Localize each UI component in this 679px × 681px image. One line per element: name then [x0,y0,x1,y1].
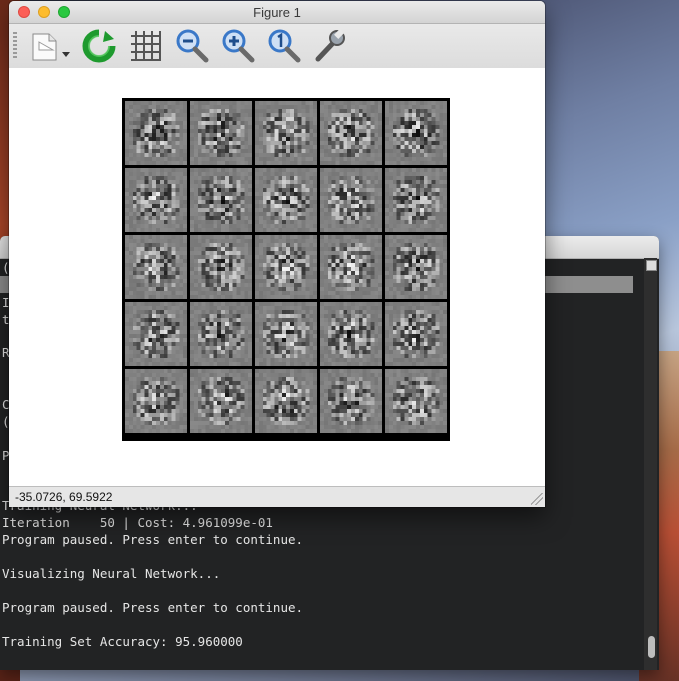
figure-title: Figure 1 [253,5,301,20]
zoom-reset-icon[interactable] [266,28,302,64]
weight-image-cell [255,369,317,433]
toolbar-grip[interactable] [13,32,17,60]
weight-image-cell [125,369,187,433]
weight-image-cell [190,235,252,299]
weight-image-cell [190,101,252,165]
weight-image-cell [385,101,447,165]
cursor-coordinates: -35.0726, 69.5922 [15,490,113,504]
weight-image-cell [190,369,252,433]
zoom-in-icon[interactable] [220,28,256,64]
terminal-line: Program paused. Press enter to continue. [2,532,304,547]
weight-image-cell [320,168,382,232]
terminal-scroll-thumb[interactable] [648,636,655,658]
terminal-line: Visualizing Neural Network... [2,566,221,581]
weight-image-cell [320,302,382,366]
refresh-icon[interactable] [81,28,117,64]
weight-image-cell [385,235,447,299]
weight-image-cell [255,235,317,299]
weight-image-cell [255,101,317,165]
weight-image-cell [385,168,447,232]
weight-image-cell [255,302,317,366]
figure-statusbar: -35.0726, 69.5922 [9,486,545,507]
figure-window[interactable]: Figure 1 -35.0726, 69.5922 [9,1,545,507]
terminal-scroll-button[interactable] [646,260,657,271]
figure-canvas[interactable] [9,68,545,487]
terminal-line: Iteration 50 | Cost: 4.961099e-01 [2,515,273,530]
weight-image-cell [255,168,317,232]
weight-image-cell [190,168,252,232]
weight-image-cell [320,101,382,165]
weight-image-cell [320,369,382,433]
weight-image-cell [190,302,252,366]
zoom-out-icon[interactable] [174,28,210,64]
weight-image-cell [125,168,187,232]
resize-grip[interactable] [531,493,543,505]
weight-image-cell [125,302,187,366]
settings-wrench-icon[interactable] [312,28,348,64]
weight-image-cell [385,302,447,366]
terminal-line: Program paused. Press enter to continue. [2,600,304,615]
figure-toolbar [9,24,545,69]
figure-titlebar[interactable]: Figure 1 [9,1,545,24]
weight-image-cell [125,235,187,299]
grid-icon[interactable] [128,28,164,64]
terminal-scrollbar[interactable] [644,258,657,670]
weight-image-cell [385,369,447,433]
terminal-line: Training Set Accuracy: 95.960000 [2,634,243,649]
weight-image-cell [125,101,187,165]
weight-visualization-grid [122,98,450,441]
weight-image-cell [320,235,382,299]
edit-menu-icon[interactable] [29,28,70,64]
